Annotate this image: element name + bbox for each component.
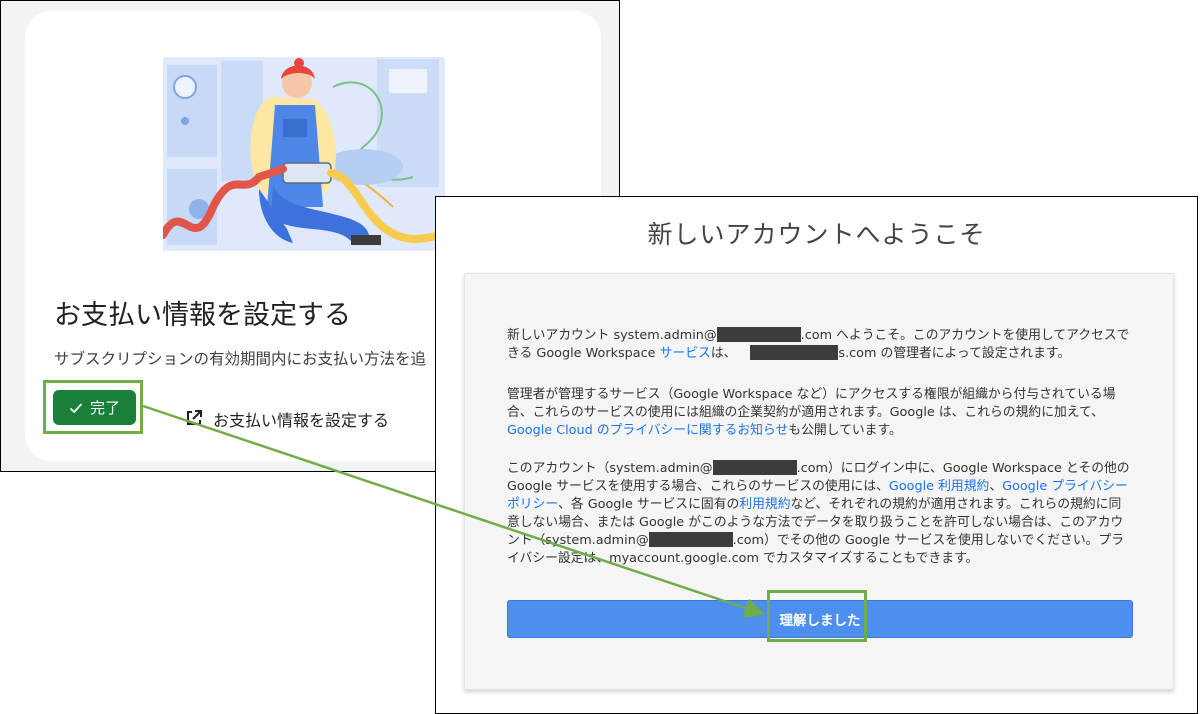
text-segment: 、各 Google サービスに固有の — [558, 497, 740, 512]
setup-description: サブスクリプションの有効期間内にお支払い方法を追 — [54, 350, 427, 368]
checkmark-icon — [69, 402, 83, 413]
setup-illustration — [163, 57, 445, 251]
welcome-paragraph: 新しいアカウント system.admin@ .com へようこそ。このアカウント… — [507, 327, 1133, 363]
redacted-domain — [716, 327, 801, 342]
privacy-notice-link[interactable]: Google Cloud のプライバシーに関するお知らせ — [507, 423, 788, 438]
services-link[interactable]: サービス — [660, 346, 711, 361]
service-terms-link[interactable]: 利用規約 — [739, 497, 790, 512]
setup-payment-link[interactable]: お支払い情報を設定する — [213, 407, 389, 431]
redacted-domain — [712, 460, 797, 475]
text-segment: 新しいアカウント system.admin@ — [507, 328, 717, 343]
terms-paragraph: このアカウント（system.admin@ .com）にログイン中に、Google… — [507, 460, 1133, 568]
redacted-domain — [750, 345, 839, 360]
redacted-domain — [648, 532, 733, 547]
terms-of-service-link[interactable]: Google 利用規約 — [889, 479, 989, 494]
welcome-heading: 新しいアカウントへようこそ — [647, 220, 986, 249]
done-button[interactable]: 完了 — [53, 390, 136, 425]
text-segment: このアカウント（system.admin@ — [507, 461, 713, 476]
admin-paragraph: 管理者が管理するサービス（Google Workspace など）にアクセスする… — [507, 386, 1133, 440]
text-segment: 管理者が管理するサービス（Google Workspace など）にアクセスする… — [507, 387, 1116, 420]
done-button-label: 完了 — [89, 399, 120, 417]
text-segment: s.com の管理者によって設定されます。 — [838, 346, 1071, 361]
text-segment: 、 — [989, 479, 1003, 494]
understood-button-highlight — [767, 590, 867, 642]
external-link-icon[interactable] — [185, 409, 203, 427]
text-segment: は、 — [710, 346, 737, 361]
page-title: お支払い情報を設定する — [54, 300, 351, 331]
text-segment: も公開しています。 — [788, 423, 902, 438]
